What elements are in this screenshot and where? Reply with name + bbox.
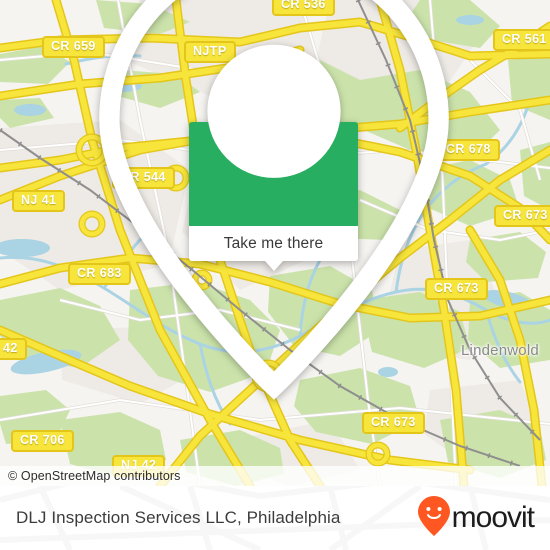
location-title: DLJ Inspection Services LLC, Philadelphi… xyxy=(16,508,341,527)
map-screenshot: CR 659 NJTP CR 561 CR 678 CR 544 NJ 41 CR 673 C… xyxy=(0,0,550,550)
map-canvas[interactable]: CR 659 NJTP CR 561 CR 678 CR 544 NJ 41 CR 673 C… xyxy=(0,0,550,486)
moovit-pin-icon xyxy=(417,495,451,542)
popup-icon-area xyxy=(98,0,449,400)
take-me-there-button[interactable]: Take me there xyxy=(189,226,358,271)
road-shield: CR 706 xyxy=(11,430,74,452)
moovit-logo[interactable]: moovit xyxy=(417,495,535,542)
map-pin-icon xyxy=(0,0,549,417)
osm-attribution-text[interactable]: © OpenStreetMap contributors xyxy=(0,469,181,483)
map-attribution-bar: © OpenStreetMap contributors xyxy=(0,466,550,486)
take-me-there-label: Take me there xyxy=(223,234,324,252)
location-popup[interactable]: Take me there xyxy=(98,0,449,400)
footer-bar: DLJ Inspection Services LLC, Philadelphi… xyxy=(0,486,550,550)
popup-tail xyxy=(264,261,283,271)
moovit-wordmark: moovit xyxy=(451,501,535,534)
